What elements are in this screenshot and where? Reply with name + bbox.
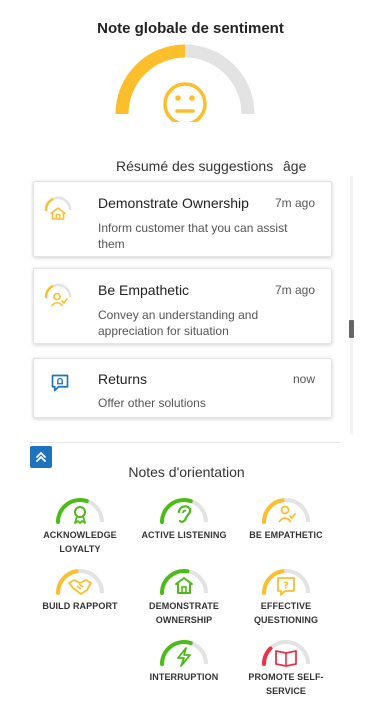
badge-interruption[interactable]: INTERRUPTION bbox=[134, 634, 234, 684]
badge-effective-questioning[interactable]: ? EFFECTIVE QUESTIONING bbox=[236, 563, 336, 627]
badge-label: ACTIVE LISTENING bbox=[141, 530, 227, 540]
question-bubble-icon: ? bbox=[262, 569, 310, 596]
sentiment-gauge bbox=[115, 44, 255, 122]
guidance-title: Notes d'orientation bbox=[128, 464, 245, 480]
badge-build-rapport[interactable]: BUILD RAPPORT bbox=[30, 563, 130, 613]
neutral-face-icon bbox=[163, 82, 207, 122]
double-chevron-up-icon bbox=[36, 452, 46, 462]
scrollbar-track[interactable] bbox=[350, 176, 353, 434]
suggestion-card-be-empathetic[interactable]: Be Empathetic 7m ago Convey an understan… bbox=[33, 268, 332, 344]
badge-demonstrate-ownership[interactable]: DEMONSTRATE OWNERSHIP bbox=[134, 563, 234, 627]
person-check-icon bbox=[262, 498, 310, 524]
badge-label: EFFECTIVE QUESTIONING bbox=[253, 601, 319, 625]
badge-label: PROMOTE SELF-SERVICE bbox=[248, 672, 324, 696]
handshake-icon bbox=[56, 569, 104, 595]
badge-label: ACKNOWLEDGE LOYALTY bbox=[43, 530, 117, 554]
scrollbar-thumb[interactable] bbox=[349, 320, 354, 338]
suggestion-time: now bbox=[292, 372, 315, 386]
svg-text:?: ? bbox=[283, 581, 289, 592]
chat-alert-icon bbox=[51, 374, 69, 392]
badge-active-listening[interactable]: ACTIVE LISTENING bbox=[134, 492, 234, 542]
badge-promote-self-service[interactable]: PROMOTE SELF-SERVICE bbox=[236, 634, 336, 698]
house-icon bbox=[160, 569, 208, 595]
section-divider bbox=[30, 442, 340, 443]
suggestion-title: Demonstrate Ownership bbox=[98, 195, 249, 211]
badge-label: INTERRUPTION bbox=[149, 672, 219, 682]
person-check-icon bbox=[44, 283, 72, 307]
badge-label: BE EMPATHETIC bbox=[249, 530, 323, 540]
suggestion-card-returns[interactable]: Returns now Offer other solutions bbox=[33, 358, 332, 418]
suggestion-card-demonstrate-ownership[interactable]: Demonstrate Ownership 7m ago Inform cust… bbox=[33, 181, 332, 257]
suggestions-title: Résumé des suggestions bbox=[116, 158, 274, 174]
book-icon bbox=[262, 640, 310, 667]
suggestions-title-overflow: âge bbox=[283, 158, 307, 174]
suggestion-title: Be Empathetic bbox=[98, 282, 190, 298]
suggestion-time: 7m ago bbox=[274, 283, 315, 297]
suggestion-description: Inform customer that you can assist them bbox=[98, 221, 288, 251]
badge-label: BUILD RAPPORT bbox=[42, 601, 118, 611]
badge-acknowledge-loyalty[interactable]: ACKNOWLEDGE LOYALTY bbox=[30, 492, 130, 556]
suggestion-time: 7m ago bbox=[274, 196, 315, 210]
house-icon bbox=[44, 196, 72, 220]
lightning-icon bbox=[160, 640, 208, 667]
page-title: Note globale de sentiment bbox=[97, 20, 284, 37]
ear-icon bbox=[160, 498, 208, 524]
badge-label: DEMONSTRATE OWNERSHIP bbox=[149, 601, 219, 625]
suggestion-description: Offer other solutions bbox=[98, 396, 206, 410]
badge-be-empathetic[interactable]: BE EMPATHETIC bbox=[236, 492, 336, 542]
suggestion-description: Convey an understanding and appreciation… bbox=[98, 308, 259, 338]
ribbon-icon bbox=[56, 498, 104, 524]
suggestion-title: Returns bbox=[98, 371, 148, 387]
